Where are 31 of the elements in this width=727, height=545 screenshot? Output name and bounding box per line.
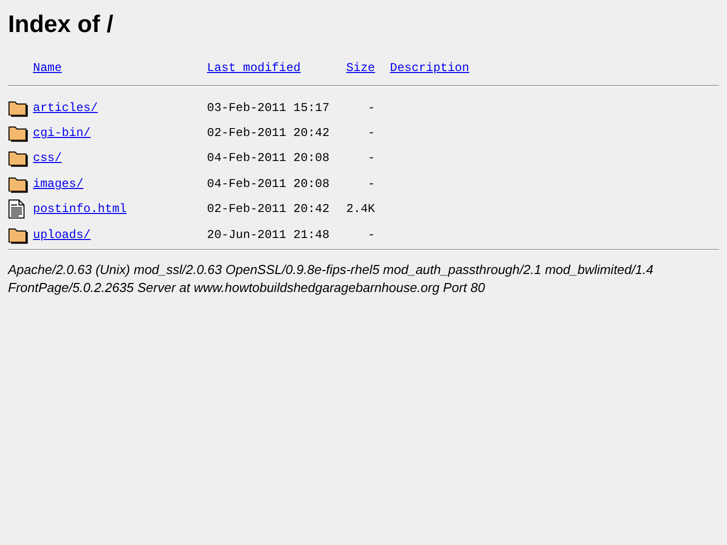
modified-date: 20-Jun-2011 21:48	[207, 228, 330, 242]
modified-date: 04-Feb-2011 20:08	[207, 151, 330, 166]
server-signature: Apache/2.0.63 (Unix) mod_ssl/2.0.63 OpenSSL/0.9.8e-fips-rhel5 mod_auth_passthrough/2.1 mod_bwlimited/1.4	[8, 261, 654, 280]
column-header-link[interactable]: Last modified	[207, 61, 301, 75]
folder-icon	[8, 98, 28, 117]
document-icon	[8, 199, 26, 220]
modified-date: 02-Feb-2011 20:42	[207, 202, 330, 216]
entry-link[interactable]: cgi-bin/	[33, 126, 91, 140]
entry-link[interactable]: uploads/	[33, 228, 91, 242]
entry-link[interactable]: images/	[33, 176, 84, 191]
server-signature: FrontPage/5.0.2.2635 Server at www.howtobuildshedgaragebarnhouse.org Port 80	[8, 279, 486, 298]
file-size: 2.4K	[346, 202, 375, 216]
column-header-link[interactable]: Size	[346, 61, 375, 75]
column-header-link[interactable]: Name	[33, 61, 62, 75]
file-size: -	[368, 126, 375, 140]
entry-link[interactable]: articles/	[33, 100, 98, 115]
file-size: -	[368, 228, 375, 242]
page-title: Index of /	[8, 11, 114, 39]
file-size: -	[368, 100, 375, 115]
modified-date: 02-Feb-2011 20:42	[207, 126, 330, 140]
folder-icon	[8, 226, 28, 244]
entry-link[interactable]: css/	[33, 151, 62, 166]
column-header-link[interactable]: Description	[390, 61, 470, 75]
modified-date: 03-Feb-2011 15:17	[207, 100, 330, 115]
folder-icon	[8, 174, 28, 193]
entry-link[interactable]: postinfo.html	[33, 202, 127, 216]
file-size: -	[368, 176, 375, 191]
modified-date: 04-Feb-2011 20:08	[207, 176, 330, 191]
folder-icon	[8, 149, 28, 168]
file-size: -	[368, 151, 375, 166]
folder-icon	[8, 124, 28, 142]
